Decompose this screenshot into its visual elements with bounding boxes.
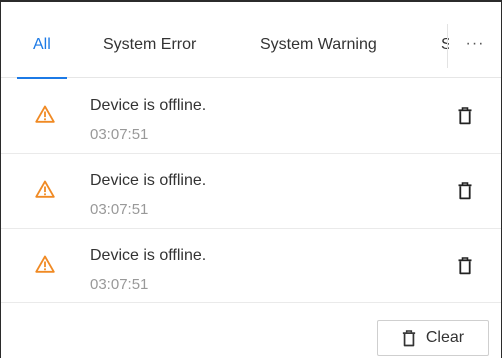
list-item[interactable]: Device is offline. 03:07:51 bbox=[1, 79, 501, 154]
alarm-message: Device is offline. bbox=[90, 172, 207, 189]
alarm-message: Device is offline. bbox=[90, 97, 207, 114]
warning-triangle-icon bbox=[35, 180, 55, 198]
tab-system-error[interactable]: System Error bbox=[103, 2, 196, 78]
alarm-time: 03:07:51 bbox=[90, 276, 149, 293]
clear-button-label: Clear bbox=[425, 329, 465, 346]
alarm-tabs: All System Error System Warning S ··· bbox=[1, 2, 501, 79]
trash-icon bbox=[458, 257, 472, 275]
tab-system-warning[interactable]: System Warning bbox=[260, 2, 377, 78]
clear-button[interactable]: Clear bbox=[377, 320, 489, 356]
trash-icon bbox=[458, 182, 472, 200]
alarm-panel: All System Error System Warning S ··· De… bbox=[0, 0, 502, 358]
trash-icon bbox=[402, 329, 416, 346]
alarm-time: 03:07:51 bbox=[90, 201, 149, 218]
list-item[interactable]: Device is offline. 03:07:51 bbox=[1, 229, 501, 303]
warning-triangle-icon bbox=[35, 255, 55, 273]
alarm-time: 03:07:51 bbox=[90, 126, 149, 143]
warning-triangle-icon bbox=[35, 105, 55, 123]
list-item[interactable]: Device is offline. 03:07:51 bbox=[1, 154, 501, 229]
delete-alarm-button[interactable] bbox=[454, 104, 476, 128]
trash-icon bbox=[458, 107, 472, 125]
tab-divider bbox=[447, 24, 448, 68]
delete-alarm-button[interactable] bbox=[454, 179, 476, 203]
alarm-list: Device is offline. 03:07:51 Device is of… bbox=[1, 79, 501, 303]
tab-all[interactable]: All bbox=[17, 2, 67, 79]
more-tabs-button[interactable]: ··· bbox=[449, 2, 501, 78]
alarm-message: Device is offline. bbox=[90, 247, 207, 264]
delete-alarm-button[interactable] bbox=[454, 254, 476, 278]
